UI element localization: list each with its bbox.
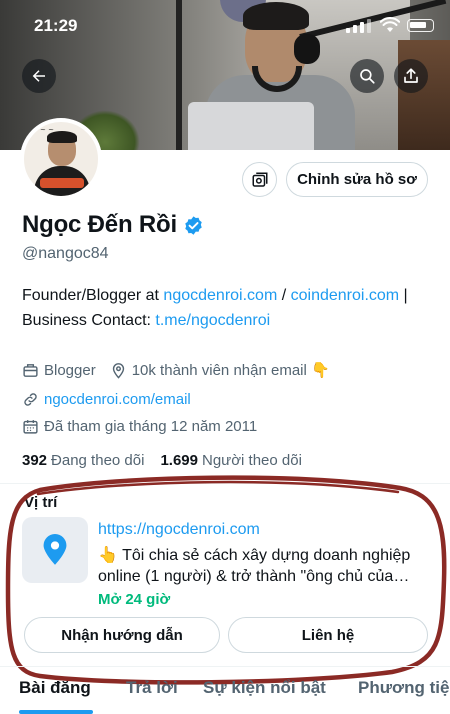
following-count: 392 <box>22 452 48 469</box>
link-icon <box>24 393 37 406</box>
bio-link-telegram[interactable]: t.me/ngocdenroi <box>155 312 270 329</box>
active-tab-indicator <box>19 710 93 714</box>
battery-icon <box>407 19 434 32</box>
search-button[interactable] <box>350 59 384 93</box>
arrow-left-icon <box>32 70 45 82</box>
profile-joined-date: Đã tham gia tháng 12 năm 2011 <box>44 418 258 435</box>
tab-media[interactable]: Phương tiện <box>358 678 450 698</box>
search-icon <box>360 69 375 84</box>
status-time: 21:29 <box>34 16 78 35</box>
tabs-divider <box>0 666 450 667</box>
profile-name: Ngọc Đến Rồi <box>22 211 177 238</box>
profile-joined-row: Đã tham gia tháng 12 năm 2011 <box>22 418 257 435</box>
profile-category: Blogger <box>44 361 96 379</box>
location-open-status: Mở 24 giờ <box>98 591 171 608</box>
profile-name-row: Ngọc Đến Rồi <box>22 211 204 239</box>
profile-website-row: ngocdenroi.com/email <box>22 391 191 408</box>
professional-dashboard-button[interactable] <box>242 162 277 197</box>
banner-shelf <box>398 40 450 150</box>
profile-tabs: Bài đăng Trả lời Sự kiện nổi bật Phương … <box>0 678 450 714</box>
tab-highlights[interactable]: Sự kiện nổi bật <box>203 678 326 698</box>
location-pin-icon <box>112 362 124 379</box>
profile-bio: Founder/Blogger at ngocdenroi.com / coin… <box>22 283 432 333</box>
avatar-badge <box>40 178 84 188</box>
wifi-icon <box>380 17 400 32</box>
calendar-icon <box>23 420 38 434</box>
bio-link-coindenroi[interactable]: coindenroi.com <box>291 287 400 304</box>
section-divider <box>0 483 450 484</box>
location-card-title: Vị trí <box>24 494 58 511</box>
location-map-thumbnail[interactable] <box>22 517 88 583</box>
profile-meta-row: Blogger 10k thành viên nhận email 👇 <box>22 361 330 379</box>
dashboard-icon <box>252 172 267 187</box>
contact-button[interactable]: Liên hệ <box>228 617 428 653</box>
avatar-signature-logo: ~ ~ <box>40 126 54 134</box>
following-link[interactable]: 392 Đang theo dõi <box>22 452 144 469</box>
status-bar: 21:29 <box>0 0 450 50</box>
profile-website-link[interactable]: ngocdenroi.com/email <box>44 391 191 408</box>
banner-laptop <box>188 102 314 150</box>
verified-badge-icon[interactable] <box>183 215 204 236</box>
profile-avatar[interactable]: ~ ~ <box>20 118 102 200</box>
bio-text: Founder/Blogger at <box>22 287 164 304</box>
share-icon <box>404 68 418 83</box>
back-button[interactable] <box>22 59 56 93</box>
profile-handle: @nangoc84 <box>22 245 109 262</box>
bio-separator: / <box>277 287 291 304</box>
following-label: Đang theo dõi <box>51 452 145 469</box>
edit-profile-button[interactable]: Chỉnh sửa hồ sơ <box>286 162 428 197</box>
location-card-description: 👆 Tôi chia sẻ cách xây dựng doanh nghiệp… <box>98 547 411 585</box>
cellular-signal-icon <box>346 19 371 33</box>
followers-link[interactable]: 1.699 Người theo dõi <box>160 452 301 469</box>
followers-label: Người theo dõi <box>201 452 302 469</box>
bio-link-ngocdenroi[interactable]: ngocdenroi.com <box>163 287 277 304</box>
followers-count: 1.699 <box>160 452 198 469</box>
briefcase-icon <box>23 363 38 377</box>
location-card-url[interactable]: https://ngocdenroi.com <box>98 521 260 539</box>
tab-replies[interactable]: Trả lời <box>126 678 178 698</box>
map-pin-icon <box>43 534 67 565</box>
profile-location: 10k thành viên nhận email 👇 <box>131 362 330 379</box>
follow-stats: 392 Đang theo dõi 1.699 Người theo dõi <box>22 452 302 469</box>
get-directions-button[interactable]: Nhận hướng dẫn <box>24 617 220 653</box>
share-button[interactable] <box>394 59 428 93</box>
tab-posts[interactable]: Bài đăng <box>19 678 91 698</box>
